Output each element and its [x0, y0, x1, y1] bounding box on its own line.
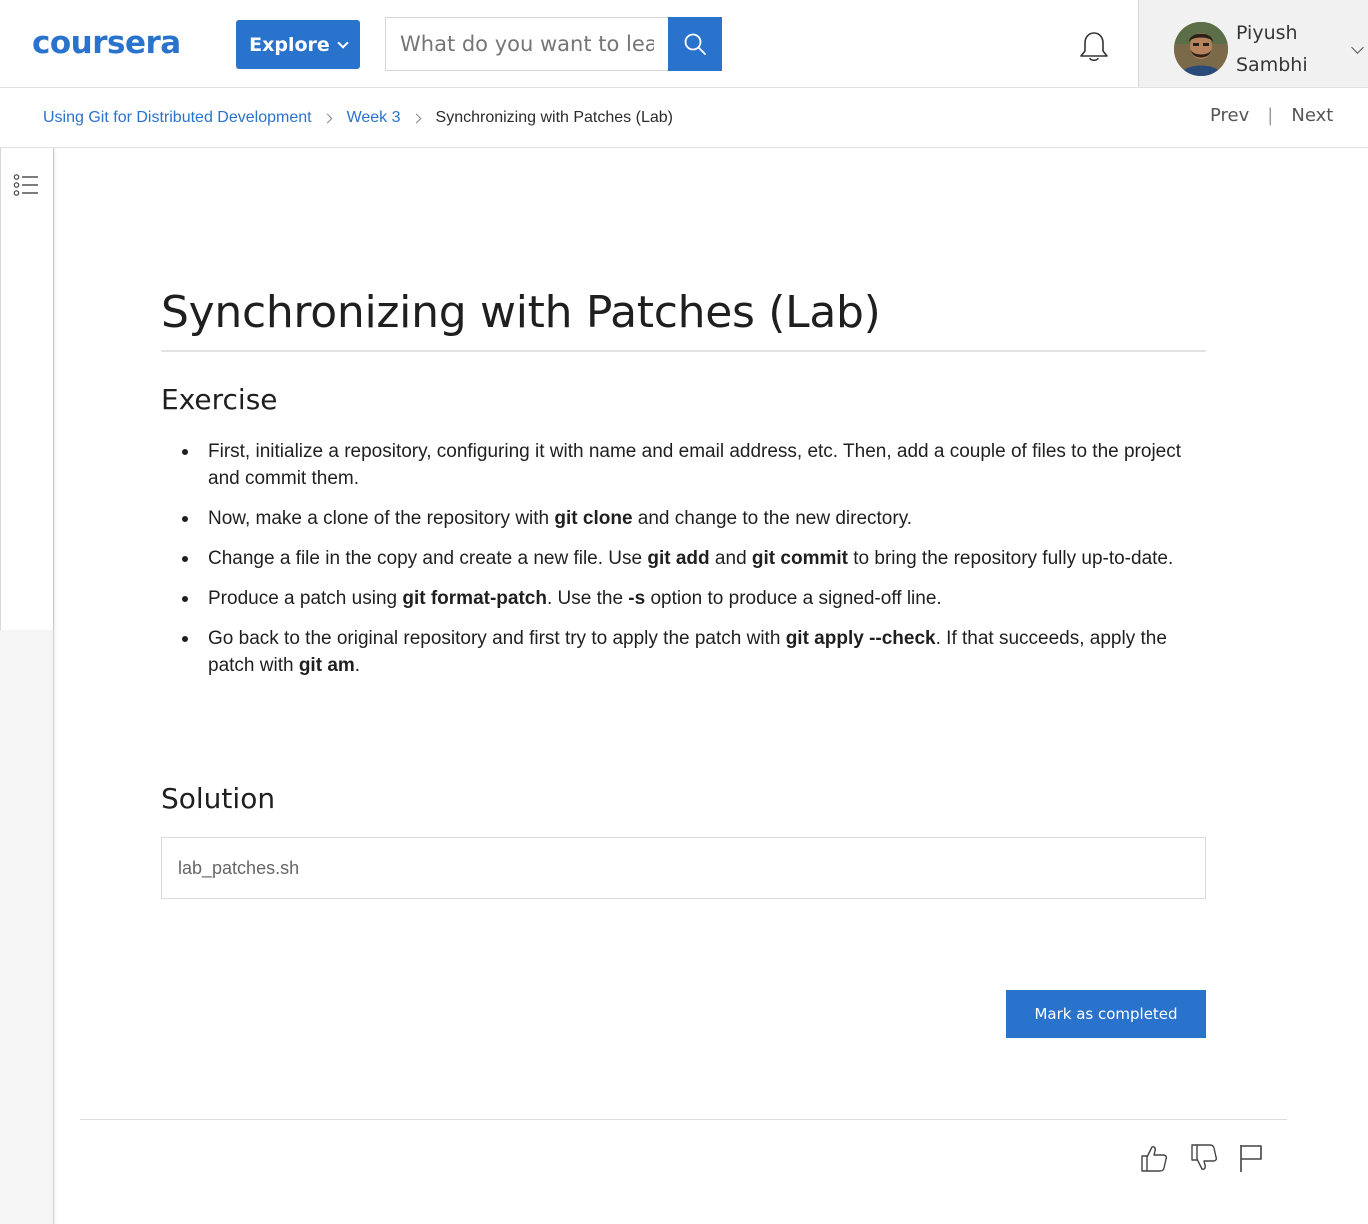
solution-heading: Solution: [161, 782, 276, 815]
exercise-item: Produce a patch using git format-patch. …: [161, 585, 1191, 612]
git-command: git format-patch: [402, 588, 547, 609]
flag-icon[interactable]: [1237, 1143, 1267, 1173]
exercise-text: First, initialize a repository, configur…: [208, 441, 1182, 489]
user-menu[interactable]: Piyush Sambhi: [1138, 0, 1368, 87]
git-command: -s: [628, 588, 646, 609]
coursera-logo[interactable]: coursera: [32, 26, 181, 60]
exercise-text: .: [354, 655, 361, 676]
breadcrumb-current: Synchronizing with Patches (Lab): [435, 109, 673, 126]
exercise-text: Change a file in the copy and create a n…: [208, 548, 648, 569]
breadcrumb-week[interactable]: Week 3: [347, 108, 401, 128]
user-last-name: Sambhi: [1236, 54, 1308, 76]
thumbs-down-icon[interactable]: [1189, 1143, 1219, 1173]
git-command: git commit: [751, 548, 848, 569]
avatar: [1174, 22, 1228, 76]
breadcrumb-course[interactable]: Using Git for Distributed Development: [43, 108, 312, 128]
search-button[interactable]: [668, 17, 722, 71]
page-title: Synchronizing with Patches (Lab): [161, 287, 881, 338]
search-icon: [684, 33, 706, 55]
chevron-down-icon: [1351, 41, 1364, 54]
exercise-item: Go back to the original repository and f…: [161, 625, 1191, 679]
git-command: git apply --check: [785, 628, 936, 649]
exercise-item: Now, make a clone of the repository with…: [161, 505, 1191, 532]
exercise-heading: Exercise: [161, 383, 278, 416]
chevron-right-icon: [322, 113, 333, 123]
user-first-name: Piyush: [1236, 22, 1298, 44]
thumbs-up-icon[interactable]: [1139, 1143, 1169, 1173]
top-header: coursera Explore What do you want to lea…: [0, 0, 1368, 88]
exercise-text: to bring the repository fully up-to-date…: [847, 548, 1174, 569]
title-divider: [161, 350, 1206, 352]
search-bar: [385, 17, 722, 71]
git-command: git am: [298, 655, 355, 676]
next-link[interactable]: Next: [1291, 105, 1333, 126]
solution-file-link[interactable]: lab_patches.sh: [161, 837, 1206, 899]
exercise-text: and: [709, 548, 752, 569]
list-icon[interactable]: [13, 173, 39, 197]
exercise-text: and change to the new directory.: [632, 508, 913, 529]
prev-next-nav: Prev | Next: [1210, 105, 1333, 126]
left-rail: [0, 148, 54, 1224]
exercise-item: Change a file in the copy and create a n…: [161, 545, 1191, 572]
explore-label: Explore: [249, 33, 330, 56]
exercise-text: option to produce a signed-off line.: [645, 588, 942, 609]
exercise-text: . Use the: [546, 588, 629, 609]
exercise-text: Now, make a clone of the repository with: [208, 508, 555, 529]
rail-panel: [0, 148, 54, 630]
prev-link[interactable]: Prev: [1210, 105, 1249, 126]
git-command: git clone: [554, 508, 633, 529]
footer-divider: [80, 1119, 1287, 1120]
exercise-item: First, initialize a repository, configur…: [161, 438, 1191, 492]
nav-divider: |: [1267, 105, 1274, 126]
breadcrumb: Using Git for Distributed Development We…: [43, 108, 673, 128]
mark-completed-button[interactable]: Mark as completed: [1006, 990, 1206, 1038]
explore-button[interactable]: Explore: [236, 20, 360, 69]
user-name: Piyush Sambhi: [1236, 17, 1336, 81]
exercise-text: Go back to the original repository and f…: [208, 628, 786, 649]
bell-icon[interactable]: [1077, 30, 1111, 64]
chevron-down-icon: [337, 36, 349, 49]
exercise-list: First, initialize a repository, configur…: [161, 438, 1191, 692]
chevron-right-icon: [411, 113, 421, 123]
git-command: git add: [647, 548, 710, 569]
rail-shadow: [53, 148, 57, 1224]
exercise-text: Produce a patch using: [208, 588, 403, 609]
search-input[interactable]: [385, 17, 668, 71]
breadcrumb-bar: Using Git for Distributed Development We…: [0, 88, 1368, 148]
solution-file-name: lab_patches.sh: [178, 857, 300, 878]
